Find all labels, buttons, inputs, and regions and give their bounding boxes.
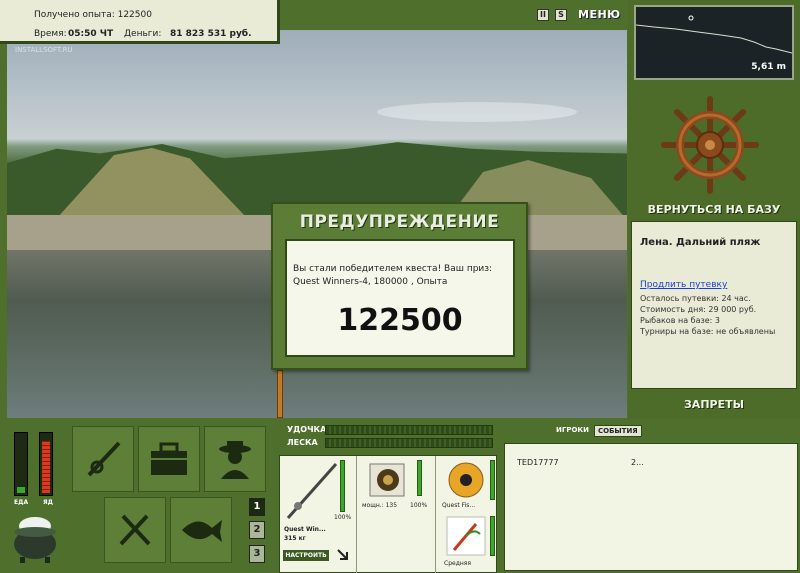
setup-button[interactable]: НАСТРОИТЬ xyxy=(283,550,329,561)
fork-knife-icon xyxy=(119,514,151,546)
player-info-panel: Получено опыта: 122500 Время: 05:50 ЧТ Д… xyxy=(0,0,280,44)
line-condition-bar xyxy=(490,460,495,500)
rod-tools-tile[interactable] xyxy=(72,426,134,492)
rod-condition-value: 100% xyxy=(334,514,352,521)
dialog-xp-value: 122500 xyxy=(337,303,463,338)
food-tile[interactable] xyxy=(104,497,166,563)
players-list: TED17777 2... xyxy=(504,443,798,571)
fisherman-tile[interactable] xyxy=(204,426,266,492)
dialog-message: Вы стали победителем квеста! Ваш приз: Q… xyxy=(293,264,493,287)
fisherman-icon xyxy=(219,441,251,479)
tournaments-info: Турниры на базе: не объявлены xyxy=(640,327,776,336)
extend-permit-link[interactable]: Продлить путевку xyxy=(640,280,727,290)
depth-value: 5,61 m xyxy=(751,62,786,72)
day-cost: Стоимость дня: 29 000 руб. xyxy=(640,305,757,314)
warning-dialog[interactable]: ПРЕДУПРЕЖДЕНИЕ Вы стали победителем квес… xyxy=(271,202,528,370)
poison-level xyxy=(42,441,50,493)
players-tabs: ИГРОКИ СОБЫТИЯ xyxy=(501,425,800,439)
lure-name: Средняя xyxy=(444,560,471,567)
return-to-base-button[interactable]: ВЕРНУТЬСЯ НА БАЗУ xyxy=(628,203,800,216)
pause-button[interactable]: II xyxy=(537,9,549,21)
fish-icon xyxy=(182,520,222,542)
fishers-count: Рыбаков на базе: 3 xyxy=(640,316,720,325)
time-label: Время: xyxy=(34,29,67,39)
menu-button[interactable]: МЕНЮ xyxy=(578,8,621,21)
xp-gained-label: Получено опыта: 122500 xyxy=(34,10,152,20)
depth-map: 5,61 m xyxy=(634,5,794,80)
tackle-box-tile[interactable] xyxy=(138,426,200,492)
cloud xyxy=(377,102,577,122)
tackle-slots: 100% Quest Win... 315 кг НАСТРОИТЬ мощн.… xyxy=(279,455,497,573)
tackle-box-icon xyxy=(151,442,187,475)
dialog-body: Вы стали победителем квеста! Ваш приз: Q… xyxy=(285,239,515,357)
tab-players[interactable]: ИГРОКИ xyxy=(553,425,592,435)
food-label: ЕДА xyxy=(14,499,29,506)
fishing-line-spool-icon[interactable] xyxy=(446,460,486,500)
bans-button[interactable]: ЗАПРЕТЫ xyxy=(628,398,800,411)
poison-label: ЯД xyxy=(43,499,53,506)
rod-label: УДОЧКА xyxy=(287,425,327,434)
time-value: 05:50 ЧТ xyxy=(68,29,114,39)
game-screen: INSTALLSOFT.RU Получено опыта: 122500 Вр… xyxy=(0,0,800,573)
rod-name: Quest Win... xyxy=(284,526,326,533)
reel-condition-value: 100% xyxy=(410,502,428,509)
food-meter xyxy=(14,432,28,496)
page-button-1[interactable]: 1 xyxy=(249,498,265,516)
sound-button[interactable]: S xyxy=(555,9,567,21)
rod-reel-icon xyxy=(87,441,121,477)
money-value: 81 823 531 руб. xyxy=(170,29,252,39)
fish-catch-tile[interactable] xyxy=(170,497,232,563)
players-panel: ИГРОКИ СОБЫТИЯ TED17777 2... xyxy=(501,419,800,573)
watermark: INSTALLSOFT.RU xyxy=(15,46,73,54)
slot-divider xyxy=(435,456,436,573)
line-label: ЛЕСКА xyxy=(287,438,318,447)
rod-weight: 315 кг xyxy=(284,535,306,542)
page-button-2[interactable]: 2 xyxy=(249,521,265,539)
poison-meter xyxy=(39,432,53,496)
rod-icon[interactable] xyxy=(284,460,340,522)
fly-lure-icon[interactable] xyxy=(446,516,486,556)
lure-condition-bar xyxy=(490,516,495,556)
rod-condition-bar xyxy=(340,460,345,512)
line-tension-bar xyxy=(325,438,493,448)
money-label: Деньги: xyxy=(124,29,162,39)
tab-events[interactable]: СОБЫТИЯ xyxy=(594,425,642,437)
tackle-panel: УДОЧКА ЛЕСКА 100% Quest Win... 315 кг НА… xyxy=(279,421,497,573)
reel-icon[interactable] xyxy=(368,460,408,500)
fishing-rod[interactable] xyxy=(277,370,283,418)
player-name[interactable]: TED17777 xyxy=(517,458,559,467)
ship-wheel-icon[interactable] xyxy=(660,95,760,195)
line-name: Quest Fis... xyxy=(442,502,476,509)
arrow-down-right-icon[interactable] xyxy=(336,548,350,562)
cauldron-icon[interactable] xyxy=(10,512,60,564)
slot-divider xyxy=(356,456,357,573)
page-button-3[interactable]: 3 xyxy=(249,545,265,563)
reel-power: мощн.: 135 xyxy=(362,502,398,509)
top-bar xyxy=(280,0,628,30)
location-panel: Лена. Дальний пляж Продлить путевку Оста… xyxy=(631,221,797,389)
permit-remaining: Осталось путевки: 24 час. xyxy=(640,294,751,303)
reel-condition-bar xyxy=(417,460,422,496)
location-name: Лена. Дальний пляж xyxy=(640,237,761,248)
food-level xyxy=(17,487,25,493)
player-value: 2... xyxy=(631,458,644,467)
rod-tension-bar xyxy=(325,425,493,435)
dialog-title: ПРЕДУПРЕЖДЕНИЕ xyxy=(299,212,500,232)
